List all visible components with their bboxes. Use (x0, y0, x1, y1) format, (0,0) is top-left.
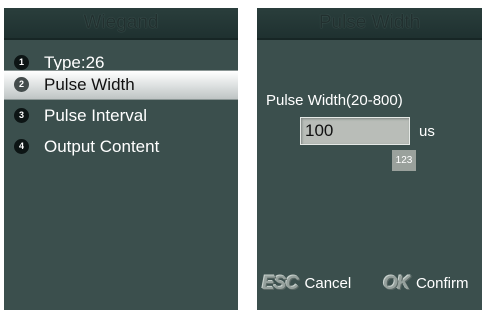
field-label: Pulse Width(20-800) (266, 92, 403, 109)
menu-item-pulse-interval[interactable]: 3 Pulse Interval (4, 101, 238, 130)
esc-key-icon: ESC (262, 273, 299, 294)
menu-item-label: Pulse Interval (44, 106, 147, 125)
confirm-button[interactable]: OK Confirm (383, 274, 468, 294)
wiegand-menu-screen: Wiegand 1 Type:26 2 Pulse Width 3 Pulse … (4, 8, 238, 310)
number-badge-icon: 3 (14, 108, 29, 123)
ok-key-icon: OK (383, 273, 410, 294)
confirm-label: Confirm (415, 275, 469, 292)
menu-item-label: Output Content (44, 137, 160, 156)
screen-title: Pulse Width (257, 8, 482, 40)
cancel-button[interactable]: ESC Cancel (262, 274, 351, 294)
menu-item-output-content[interactable]: 4 Output Content (4, 132, 238, 161)
pulse-width-edit-screen: Pulse Width Pulse Width(20-800) 100 us 1… (257, 8, 482, 310)
screen-title: Wiegand (4, 8, 238, 40)
softkey-bar: ESC Cancel OK Confirm (257, 255, 482, 310)
number-badge-icon: 1 (14, 55, 29, 70)
number-badge-icon: 4 (14, 139, 29, 154)
input-mode-badge: 123 (392, 150, 416, 171)
pulse-width-input[interactable]: 100 (300, 117, 410, 145)
cancel-label: Cancel (304, 275, 352, 292)
menu-item-label: Pulse Width (44, 75, 135, 94)
number-badge-icon: 2 (14, 77, 29, 92)
unit-label: us (419, 123, 435, 140)
menu-item-pulse-width[interactable]: 2 Pulse Width (4, 70, 238, 100)
